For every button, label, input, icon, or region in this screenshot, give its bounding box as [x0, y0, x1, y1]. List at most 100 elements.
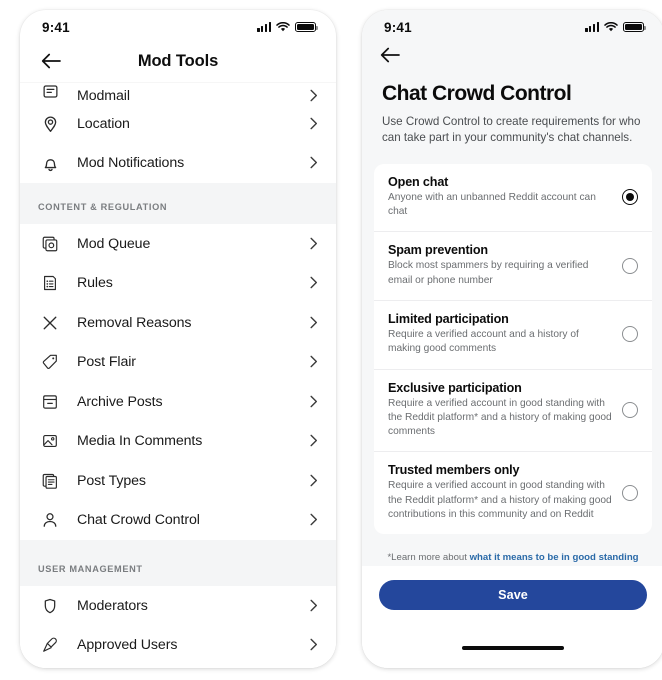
radio-button-limited-participation[interactable]	[622, 326, 638, 343]
phone-mockup-mod-tools: 9:41 Mod Tools Modmail Location Mod Noti…	[20, 10, 336, 668]
chevron-right-icon	[306, 88, 322, 104]
option-title: Limited participation	[388, 312, 509, 327]
option-exclusive-participation[interactable]: Exclusive participation Require a verifi…	[374, 370, 652, 453]
option-description: Require a verified account and a history…	[388, 329, 579, 355]
list-item-mod-queue[interactable]: Mod Queue	[20, 224, 336, 264]
wifi-icon	[276, 22, 290, 32]
list-item-label: Location	[77, 115, 130, 132]
option-description: Require a verified account in good stand…	[388, 397, 612, 438]
location-pin-icon	[37, 111, 63, 137]
radio-button-open-chat[interactable]	[622, 189, 638, 206]
status-bar-right: 9:41	[362, 10, 662, 40]
chat-crowd-control-panel: Chat Crowd Control Use Crowd Control to …	[362, 40, 662, 668]
archive-box-icon	[37, 389, 63, 415]
chevron-right-icon	[306, 155, 322, 171]
list-item-label: Mod Queue	[77, 235, 151, 252]
battery-icon	[295, 21, 318, 33]
list-item-rules[interactable]: Rules	[20, 263, 336, 303]
page-subtitle: Use Crowd Control to create requirements…	[382, 115, 641, 145]
list-item-archive-posts[interactable]: Archive Posts	[20, 382, 336, 422]
back-arrow-icon[interactable]	[362, 40, 662, 76]
status-time: 9:41	[42, 19, 70, 35]
list-item-label: Media In Comments	[77, 433, 203, 450]
page-title: Chat Crowd Control	[382, 82, 572, 105]
option-text: Limited participation Require a verified…	[388, 312, 622, 357]
status-time: 9:41	[384, 19, 412, 35]
section-header-content-regulation: CONTENT & REGULATION	[20, 183, 336, 224]
option-description: Require a verified account in good stand…	[388, 480, 612, 520]
option-description: Block most spammers by requiring a verif…	[388, 260, 589, 286]
left-bottom-spacer	[20, 665, 336, 668]
chevron-right-icon	[306, 315, 322, 331]
chevron-right-icon	[306, 433, 322, 449]
list-item-modmail[interactable]: Modmail	[20, 82, 336, 104]
mod-tools-list[interactable]: Modmail Location Mod Notifications CONTE…	[20, 82, 336, 668]
chevron-right-icon	[306, 598, 322, 614]
chevron-right-icon	[306, 512, 322, 528]
close-x-icon	[37, 310, 63, 336]
option-text: Open chat Anyone with an unbanned Reddit…	[388, 175, 622, 220]
battery-icon	[623, 21, 646, 33]
list-item-label: Post Flair	[77, 354, 136, 371]
option-title: Open chat	[388, 174, 449, 189]
post-types-icon	[37, 468, 63, 494]
home-indicator[interactable]	[462, 646, 564, 650]
option-title: Exclusive participation	[388, 380, 522, 395]
phone-mockup-chat-crowd-control: 9:41 Chat Crowd Control Use Crowd Contro…	[362, 10, 662, 668]
list-item-approved-users[interactable]: Approved Users	[20, 625, 336, 665]
list-item-moderators[interactable]: Moderators	[20, 586, 336, 626]
footnote-prefix: *Learn more about	[387, 552, 470, 564]
list-item-label: Removal Reasons	[77, 314, 192, 331]
list-item-removal-reasons[interactable]: Removal Reasons	[20, 303, 336, 343]
modmail-icon	[37, 82, 63, 104]
status-icons	[257, 21, 318, 33]
wifi-icon	[604, 22, 618, 32]
list-item-label: Moderators	[77, 597, 148, 614]
option-text: Exclusive participation Require a verifi…	[388, 381, 622, 440]
list-item-post-flair[interactable]: Post Flair	[20, 342, 336, 382]
person-icon	[37, 507, 63, 533]
cellular-signal-icon	[257, 22, 271, 32]
bell-icon	[37, 150, 63, 176]
list-item-label: Post Types	[77, 472, 146, 489]
option-spam-prevention[interactable]: Spam prevention Block most spammers by r…	[374, 232, 652, 302]
option-trusted-members-only[interactable]: Trusted members only Require a verified …	[374, 452, 652, 534]
radio-button-spam-prevention[interactable]	[622, 257, 638, 274]
list-item-media-in-comments[interactable]: Media In Comments	[20, 421, 336, 461]
home-indicator-area	[362, 638, 662, 668]
list-item-label: Approved Users	[77, 637, 178, 654]
list-item-label: Modmail	[77, 88, 130, 104]
chevron-right-icon	[306, 236, 322, 252]
back-arrow-icon[interactable]	[36, 46, 66, 76]
list-item-post-types[interactable]: Post Types	[20, 461, 336, 501]
option-limited-participation[interactable]: Limited participation Require a verified…	[374, 301, 652, 370]
radio-button-exclusive-participation[interactable]	[622, 402, 638, 419]
status-icons	[585, 21, 646, 33]
chevron-right-icon	[306, 116, 322, 132]
list-item-label: Archive Posts	[77, 393, 163, 410]
crowd-control-options-card: Open chat Anyone with an unbanned Reddit…	[374, 163, 652, 535]
option-title: Trusted members only	[388, 463, 520, 478]
screenshot-root: 9:41 Mod Tools Modmail Location Mod Noti…	[0, 0, 662, 680]
status-bar-left: 9:41	[20, 10, 336, 40]
rules-document-icon	[37, 270, 63, 296]
list-item-label: Rules	[77, 275, 113, 292]
image-icon	[37, 428, 63, 454]
list-item-mod-notifications[interactable]: Mod Notifications	[20, 143, 336, 183]
list-item-location[interactable]: Location	[20, 104, 336, 144]
page-title: Mod Tools	[137, 51, 219, 70]
microphone-icon	[37, 632, 63, 658]
save-button[interactable]: Save	[379, 580, 647, 610]
save-bar: Save	[362, 566, 662, 638]
radio-button-trusted-members-only[interactable]	[622, 484, 638, 501]
mod-queue-icon	[37, 231, 63, 257]
list-item-label: Mod Notifications	[77, 155, 185, 172]
tag-icon	[37, 349, 63, 375]
good-standing-link[interactable]: what it means to be in good standing	[470, 552, 639, 563]
option-title: Spam prevention	[388, 243, 488, 258]
chevron-right-icon	[306, 275, 322, 291]
list-item-chat-crowd-control[interactable]: Chat Crowd Control	[20, 500, 336, 540]
option-open-chat[interactable]: Open chat Anyone with an unbanned Reddit…	[374, 164, 652, 233]
option-description: Anyone with an unbanned Reddit account c…	[388, 191, 596, 218]
chevron-right-icon	[306, 354, 322, 370]
